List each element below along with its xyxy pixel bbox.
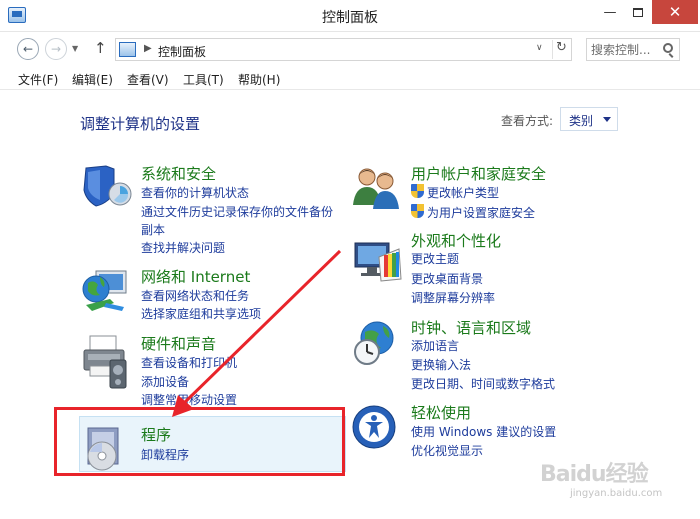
watermark-main: Baidu经验 [540,462,649,487]
up-button[interactable]: ↑ [94,39,107,57]
annotation-red-frame [54,407,345,476]
window-title: 控制面板 [322,10,378,26]
link-optimize-visual-display[interactable]: 优化视觉显示 [411,442,483,459]
watermark-sub: jingyan.baidu.com [570,488,663,499]
network-globe-icon[interactable] [80,267,132,313]
category-ease-of-access[interactable]: 轻松使用 [411,402,471,423]
control-panel-small-icon [119,42,136,57]
clock-globe-icon[interactable] [351,320,403,366]
category-hardware-sound[interactable]: 硬件和声音 [141,333,216,354]
menu-help[interactable]: 帮助(H) [238,71,280,88]
recent-locations-button[interactable]: ▼ [72,44,78,53]
link-network-status[interactable]: 查看网络状态和任务 [141,287,249,304]
menu-file[interactable]: 文件(F) [18,71,58,88]
category-clock-language-region[interactable]: 时钟、语言和区域 [411,317,531,338]
breadcrumb-control-panel[interactable]: 控制面板 [158,43,206,60]
link-change-input-method[interactable]: 更换输入法 [411,356,471,373]
appearance-monitor-icon[interactable] [351,239,403,285]
address-bar: ← → ▼ ↑ ▶ 控制面板 ∨ ↻ [0,33,700,65]
ease-of-access-icon[interactable] [351,404,397,450]
maximize-button[interactable] [624,0,652,24]
refresh-button[interactable]: ↻ [552,40,570,59]
breadcrumb-arrow-icon[interactable]: ▶ [144,43,152,54]
menu-tools[interactable]: 工具(T) [183,71,224,88]
link-change-theme[interactable]: 更改主题 [411,250,459,267]
category-user-accounts[interactable]: 用户帐户和家庭安全 [411,163,546,184]
address-dropdown-icon[interactable]: ∨ [536,43,543,53]
printer-icon[interactable] [80,332,132,390]
uac-shield-icon [411,184,424,198]
link-date-time-format[interactable]: 更改日期、时间或数字格式 [411,375,555,392]
category-appearance[interactable]: 外观和个性化 [411,230,501,251]
search-box[interactable] [586,38,680,61]
menu-edit[interactable]: 编辑(E) [72,71,113,88]
link-windows-recommended-settings[interactable]: 使用 Windows 建议的设置 [411,423,556,440]
link-mobility-settings[interactable]: 调整常用移动设置 [141,391,237,408]
close-button[interactable]: ✕ [652,0,698,24]
link-family-safety[interactable]: 为用户设置家庭安全 [427,204,535,221]
security-shield-icon[interactable] [80,164,132,210]
link-devices-printers[interactable]: 查看设备和打印机 [141,354,237,371]
link-change-desktop-background[interactable]: 更改桌面背景 [411,270,483,287]
maximize-icon [633,7,643,17]
page-title: 调整计算机的设置 [80,115,201,133]
content-area: 调整计算机的设置 查看方式: 类别 系统和安全 查看你的计算机状态 通过文件历史… [0,91,700,519]
forward-button[interactable]: → [45,38,67,60]
link-change-account-type[interactable]: 更改帐户类型 [427,184,499,201]
link-homegroup-sharing[interactable]: 选择家庭组和共享选项 [141,305,261,322]
link-file-history-backup-cont[interactable]: 副本 [141,221,165,238]
link-add-device[interactable]: 添加设备 [141,373,189,390]
view-by-label: 查看方式: [501,114,554,128]
address-box[interactable]: ▶ 控制面板 ∨ ↻ [115,38,572,61]
link-screen-resolution[interactable]: 调整屏幕分辨率 [411,289,495,306]
search-icon[interactable] [663,43,673,53]
title-bar: 控制面板 — ✕ [0,0,700,32]
link-add-language[interactable]: 添加语言 [411,337,459,354]
search-input[interactable] [591,42,659,57]
view-by-dropdown[interactable]: 类别 [560,107,618,131]
menu-view[interactable]: 查看(V) [127,71,169,88]
menu-bar: 文件(F) 编辑(E) 查看(V) 工具(T) 帮助(H) [0,66,700,90]
users-icon[interactable] [351,165,403,211]
link-file-history-backup[interactable]: 通过文件历史记录保存你的文件备份 [141,203,333,220]
view-by-value: 类别 [569,114,594,128]
category-network-internet[interactable]: 网络和 Internet [141,266,250,287]
minimize-button[interactable]: — [596,0,624,24]
chevron-down-icon [603,117,611,122]
baidu-watermark: Baidu经验 jingyan.baidu.com [540,456,680,512]
back-button[interactable]: ← [17,38,39,60]
link-view-computer-status[interactable]: 查看你的计算机状态 [141,184,249,201]
uac-shield-icon [411,204,424,218]
category-system-security[interactable]: 系统和安全 [141,163,216,184]
link-troubleshoot[interactable]: 查找并解决问题 [141,239,225,256]
